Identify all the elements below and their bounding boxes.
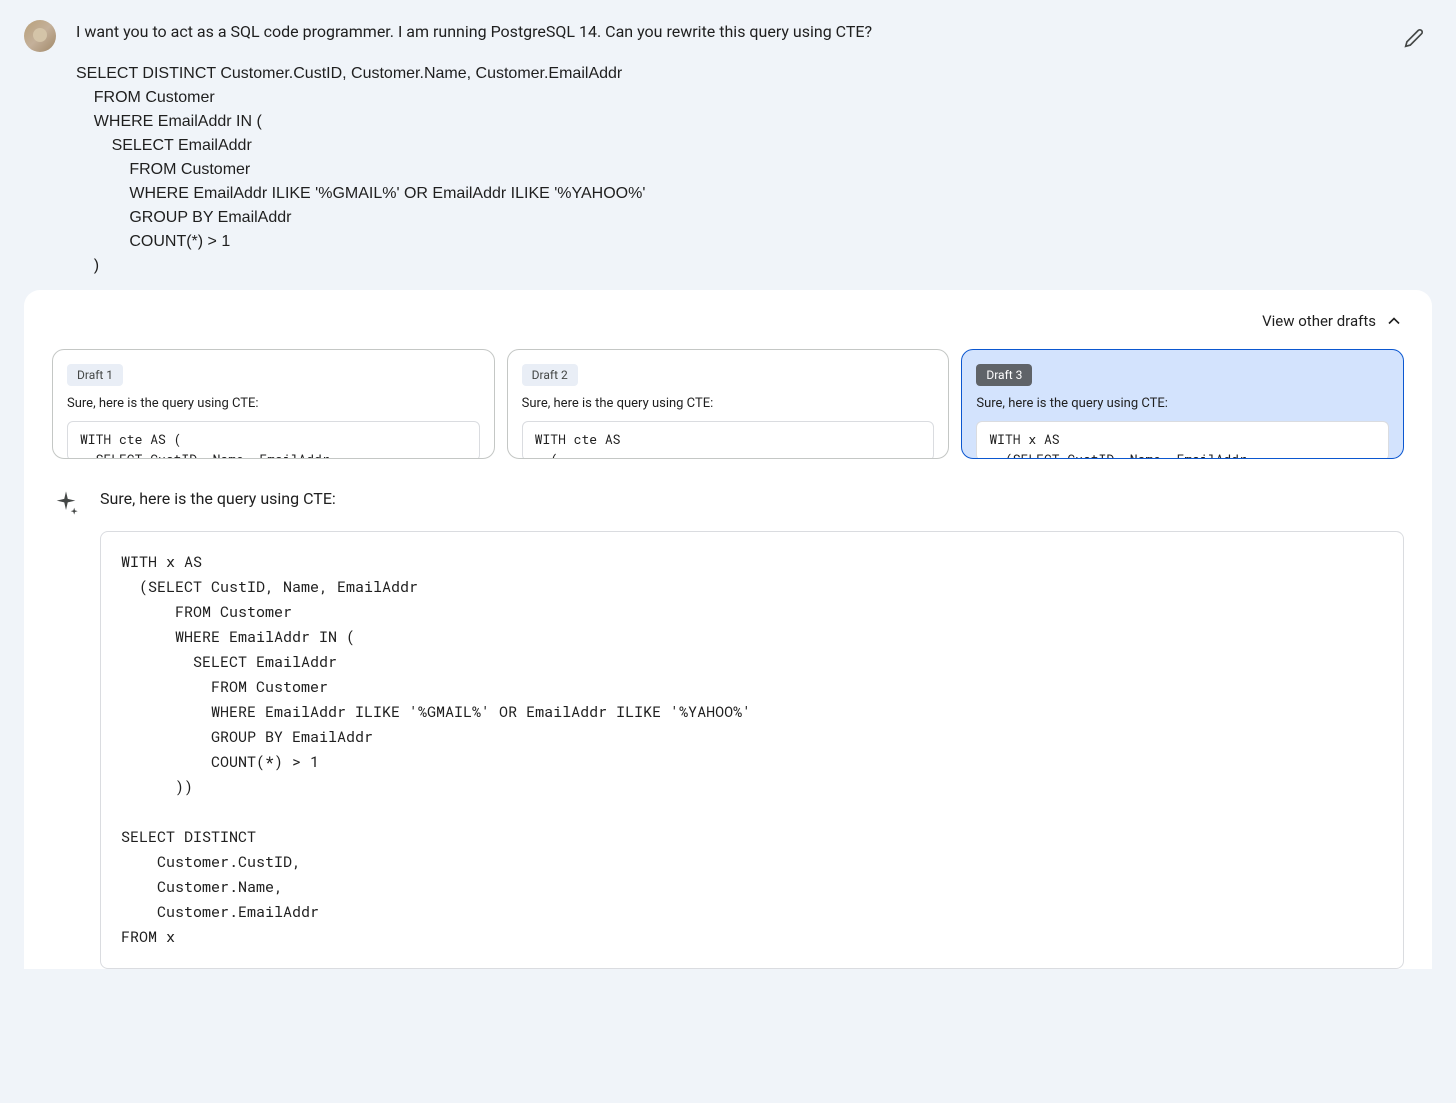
chevron-up-icon (1384, 311, 1404, 331)
draft-badge: Draft 3 (976, 364, 1032, 386)
draft-preview-text: Sure, here is the query using CTE: (67, 394, 480, 414)
response-code-block: WITH x AS (SELECT CustID, Name, EmailAdd… (100, 531, 1404, 970)
response-content: Sure, here is the query using CTE: WITH … (100, 487, 1404, 970)
draft-code-preview: WITH x AS (SELECT CustID, Name, EmailAdd… (976, 421, 1389, 459)
edit-icon[interactable] (1396, 20, 1432, 63)
user-avatar[interactable] (24, 20, 56, 52)
user-prompt-text: I want you to act as a SQL code programm… (76, 20, 1376, 44)
view-drafts-label: View other drafts (1262, 310, 1376, 333)
draft-card-2[interactable]: Draft 2 Sure, here is the query using CT… (507, 349, 950, 459)
user-message-content: I want you to act as a SQL code programm… (76, 20, 1376, 278)
draft-card-1[interactable]: Draft 1 Sure, here is the query using CT… (52, 349, 495, 459)
response-intro-text: Sure, here is the query using CTE: (100, 487, 1404, 511)
chat-container: I want you to act as a SQL code programm… (0, 0, 1456, 989)
draft-badge: Draft 1 (67, 364, 123, 386)
draft-badge: Draft 2 (522, 364, 578, 386)
user-sql-query: SELECT DISTINCT Customer.CustID, Custome… (76, 62, 1376, 278)
sparkle-icon (52, 489, 80, 517)
draft-code-preview: WITH cte AS ( SELECT CustID, Name, Email… (67, 421, 480, 459)
user-message-block: I want you to act as a SQL code programm… (24, 20, 1432, 278)
view-drafts-toggle[interactable]: View other drafts (52, 310, 1404, 333)
draft-code-preview: WITH cte AS ( (522, 421, 935, 459)
response-panel: View other drafts Draft 1 Sure, here is … (24, 290, 1432, 969)
drafts-row: Draft 1 Sure, here is the query using CT… (52, 349, 1404, 459)
draft-card-3[interactable]: Draft 3 Sure, here is the query using CT… (961, 349, 1404, 459)
draft-preview-text: Sure, here is the query using CTE: (976, 394, 1389, 414)
response-body: Sure, here is the query using CTE: WITH … (52, 487, 1404, 970)
draft-preview-text: Sure, here is the query using CTE: (522, 394, 935, 414)
